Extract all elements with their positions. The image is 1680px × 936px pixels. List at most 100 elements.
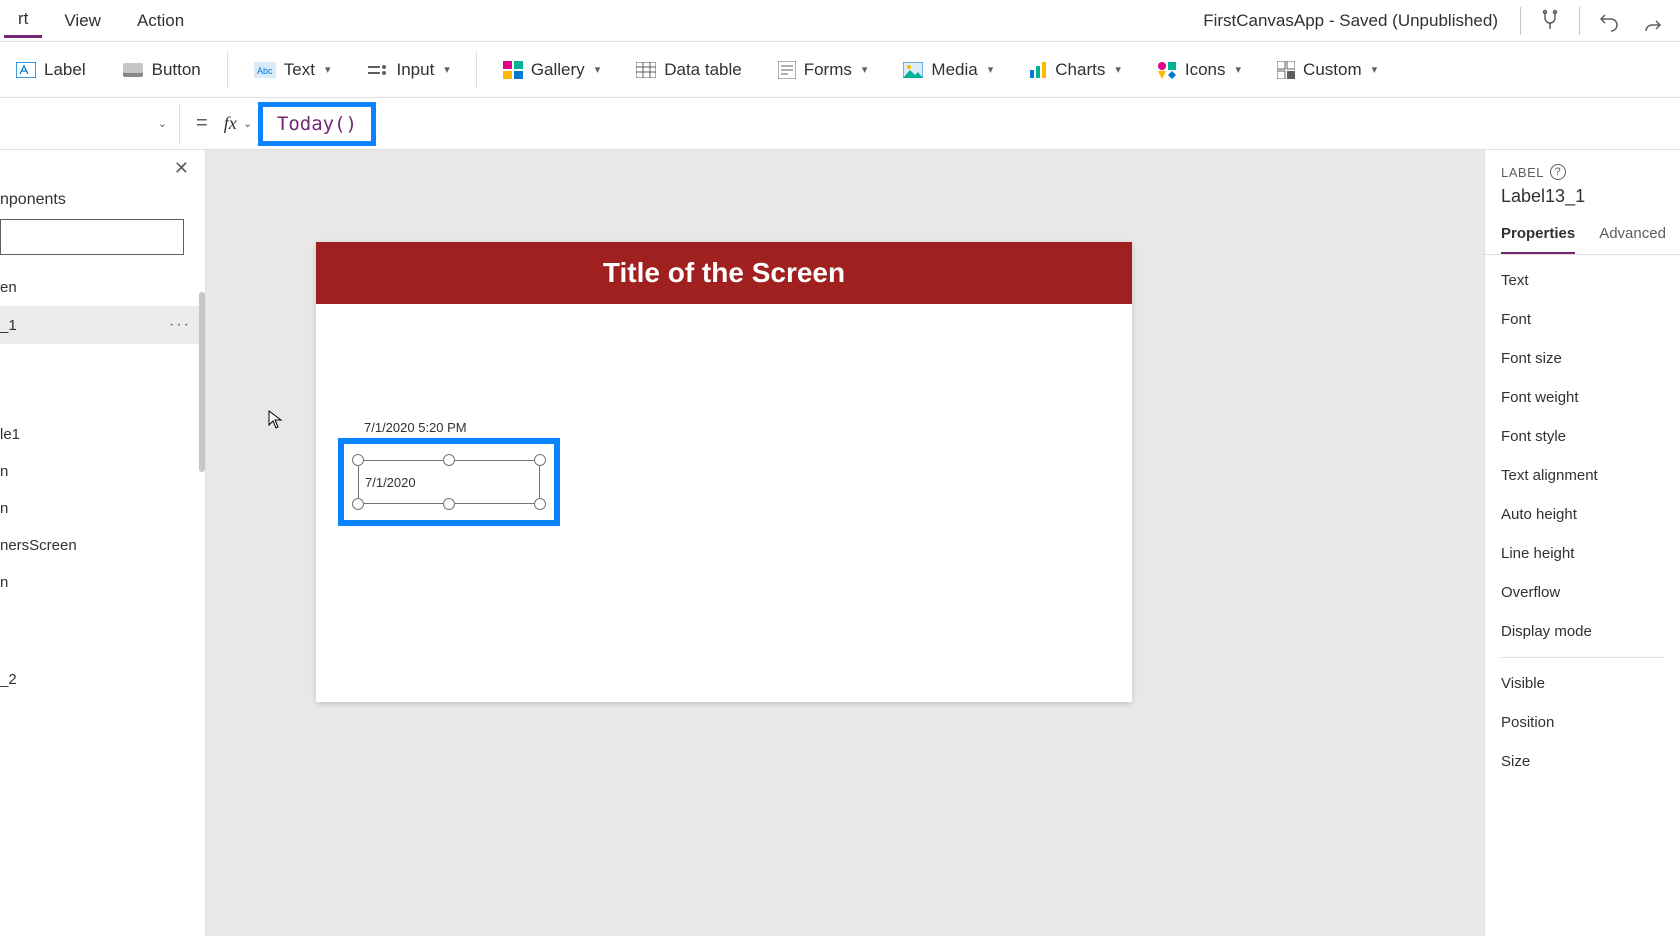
ribbon-input-label: Input bbox=[396, 60, 434, 80]
tree-item[interactable]: en bbox=[0, 269, 205, 306]
chevron-down-icon: ▾ bbox=[595, 63, 601, 76]
chevron-down-icon: ▾ bbox=[988, 63, 994, 76]
menu-insert[interactable]: rt bbox=[4, 3, 42, 38]
ribbon-button-text: Button bbox=[152, 60, 201, 80]
prop-autoheight[interactable]: Auto height bbox=[1501, 495, 1664, 534]
more-icon[interactable]: ··· bbox=[169, 316, 201, 334]
resize-handle[interactable] bbox=[534, 498, 546, 510]
resize-handle[interactable] bbox=[352, 498, 364, 510]
leftpane-tab[interactable]: nponents bbox=[0, 187, 205, 219]
tree-item-selected[interactable]: _1 ··· bbox=[0, 306, 205, 344]
resize-handle[interactable] bbox=[534, 454, 546, 466]
prop-visible[interactable]: Visible bbox=[1501, 664, 1664, 703]
resize-handle[interactable] bbox=[443, 454, 455, 466]
tree-item[interactable]: n bbox=[0, 490, 205, 527]
ribbon-media-label: Media bbox=[931, 60, 977, 80]
ribbon-icons-label: Icons bbox=[1185, 60, 1226, 80]
tab-properties[interactable]: Properties bbox=[1501, 225, 1575, 254]
help-icon[interactable]: ? bbox=[1550, 164, 1566, 180]
ribbon-button[interactable]: Button bbox=[112, 54, 211, 86]
svg-text:Abc: Abc bbox=[257, 66, 273, 76]
prop-fontsize[interactable]: Font size bbox=[1501, 339, 1664, 378]
ribbon-text-label: Text bbox=[284, 60, 315, 80]
label-datetime[interactable]: 7/1/2020 5:20 PM bbox=[364, 420, 467, 435]
formula-bar: ⌄ = fx ⌄ Today() bbox=[0, 98, 1680, 150]
tree: en _1 ··· le1 n n nersScreen n _2 bbox=[0, 269, 205, 698]
tab-advanced[interactable]: Advanced bbox=[1599, 225, 1666, 254]
ribbon-forms[interactable]: Forms ▾ bbox=[768, 54, 878, 86]
ribbon-gallery-label: Gallery bbox=[531, 60, 585, 80]
insert-ribbon: Label Button Abc Text ▾ Input ▾ Gallery … bbox=[0, 42, 1680, 98]
property-selector[interactable]: ⌄ bbox=[0, 104, 180, 144]
app-screen[interactable]: Title of the Screen 7/1/2020 5:20 PM 7/1… bbox=[316, 242, 1132, 702]
scrollbar[interactable] bbox=[199, 292, 205, 472]
ribbon-icons[interactable]: Icons ▾ bbox=[1147, 54, 1251, 86]
menu-action[interactable]: Action bbox=[123, 5, 198, 37]
canvas-area[interactable]: Title of the Screen 7/1/2020 5:20 PM 7/1… bbox=[206, 150, 1484, 936]
resize-handle[interactable] bbox=[352, 454, 364, 466]
ribbon-forms-label: Forms bbox=[804, 60, 852, 80]
app-checker-icon[interactable] bbox=[1535, 6, 1565, 36]
selected-label[interactable]: 7/1/2020 bbox=[358, 460, 540, 504]
prop-text[interactable]: Text bbox=[1501, 261, 1664, 300]
fx-label[interactable]: fx ⌄ bbox=[224, 113, 258, 134]
tree-item[interactable]: le1 bbox=[0, 416, 205, 453]
chevron-down-icon: ▾ bbox=[862, 63, 868, 76]
prop-position[interactable]: Position bbox=[1501, 703, 1664, 742]
tree-search bbox=[0, 219, 201, 255]
prop-lineheight[interactable]: Line height bbox=[1501, 534, 1664, 573]
tree-item[interactable]: n bbox=[0, 564, 205, 601]
ribbon-datatable-label: Data table bbox=[664, 60, 742, 80]
leftpane-header: ✕ bbox=[0, 150, 205, 187]
ribbon-datatable[interactable]: Data table bbox=[626, 54, 752, 86]
redo-icon[interactable] bbox=[1638, 6, 1668, 36]
prop-size[interactable]: Size bbox=[1501, 742, 1664, 781]
divider bbox=[1520, 7, 1521, 35]
menubar-right: FirstCanvasApp - Saved (Unpublished) bbox=[1203, 6, 1676, 36]
resize-handle[interactable] bbox=[443, 498, 455, 510]
top-menubar: rt View Action FirstCanvasApp - Saved (U… bbox=[0, 0, 1680, 42]
divider bbox=[1501, 657, 1664, 658]
prop-overflow[interactable]: Overflow bbox=[1501, 573, 1664, 612]
tree-item[interactable]: n bbox=[0, 453, 205, 490]
prop-font[interactable]: Font bbox=[1501, 300, 1664, 339]
chevron-down-icon: ▾ bbox=[444, 63, 450, 76]
cursor-icon bbox=[268, 410, 284, 430]
screen-title[interactable]: Title of the Screen bbox=[316, 242, 1132, 304]
chevron-down-icon: ▾ bbox=[1115, 63, 1121, 76]
prop-fontstyle[interactable]: Font style bbox=[1501, 417, 1664, 456]
tree-item[interactable]: _2 bbox=[0, 661, 205, 698]
formula-input[interactable]: Today() bbox=[258, 102, 376, 146]
app-status: FirstCanvasApp - Saved (Unpublished) bbox=[1203, 11, 1498, 31]
menu-view[interactable]: View bbox=[50, 5, 115, 37]
ribbon-text[interactable]: Abc Text ▾ bbox=[244, 54, 341, 86]
prop-fontweight[interactable]: Font weight bbox=[1501, 378, 1664, 417]
prop-displaymode[interactable]: Display mode bbox=[1501, 612, 1664, 651]
ribbon-charts[interactable]: Charts ▾ bbox=[1019, 54, 1131, 86]
rp-tabs: Properties Advanced bbox=[1485, 213, 1680, 255]
divider bbox=[1579, 7, 1580, 35]
close-icon[interactable]: ✕ bbox=[174, 158, 189, 179]
chevron-down-icon: ⌄ bbox=[243, 117, 252, 130]
tree-item[interactable]: nersScreen bbox=[0, 527, 205, 564]
equals-sign: = bbox=[180, 112, 224, 135]
divider bbox=[476, 52, 477, 88]
control-name[interactable]: Label13_1 bbox=[1501, 186, 1664, 207]
ribbon-input[interactable]: Input ▾ bbox=[356, 54, 459, 86]
fx-text: fx bbox=[224, 113, 237, 134]
search-input[interactable] bbox=[0, 219, 184, 255]
selected-label-highlight: 7/1/2020 bbox=[338, 438, 560, 526]
chevron-down-icon: ▾ bbox=[325, 63, 331, 76]
chevron-down-icon: ▾ bbox=[1236, 63, 1242, 76]
selected-label-text: 7/1/2020 bbox=[365, 475, 416, 490]
formula-value: Today() bbox=[277, 113, 357, 135]
ribbon-charts-label: Charts bbox=[1055, 60, 1105, 80]
ribbon-media[interactable]: Media ▾ bbox=[893, 54, 1003, 86]
ribbon-label-text: Label bbox=[44, 60, 86, 80]
ribbon-custom[interactable]: Custom ▾ bbox=[1267, 54, 1387, 86]
undo-icon[interactable] bbox=[1594, 6, 1624, 36]
ribbon-gallery[interactable]: Gallery ▾ bbox=[493, 54, 610, 86]
prop-textalign[interactable]: Text alignment bbox=[1501, 456, 1664, 495]
ribbon-label[interactable]: Label bbox=[6, 54, 96, 86]
property-list: Text Font Font size Font weight Font sty… bbox=[1485, 255, 1680, 787]
